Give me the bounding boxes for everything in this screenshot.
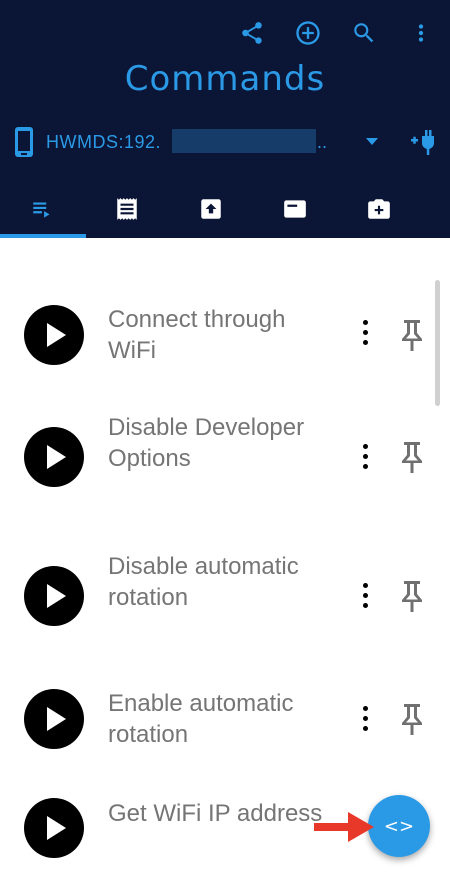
tab-window[interactable] — [252, 186, 338, 238]
upload-icon — [201, 199, 221, 219]
more-vert-icon[interactable] — [355, 706, 375, 736]
command-list: Connect through WiFi Disable Developer O… — [0, 238, 450, 878]
pin-icon[interactable] — [398, 579, 426, 613]
play-button[interactable] — [24, 798, 84, 858]
device-name-ellipsis: .. — [317, 132, 328, 152]
play-icon — [47, 816, 66, 840]
play-button[interactable] — [24, 427, 84, 487]
device-name: HWMDS:192. — [46, 132, 162, 152]
pin-icon[interactable] — [398, 702, 426, 736]
tab-upload[interactable] — [168, 186, 254, 238]
phone-icon — [15, 127, 33, 157]
tab-logs[interactable] — [84, 186, 170, 238]
playlist-play-icon — [33, 202, 50, 218]
more-vert-icon[interactable] — [355, 583, 375, 613]
more-vert-icon[interactable] — [405, 17, 437, 49]
play-icon — [47, 707, 66, 731]
more-vert-icon[interactable] — [355, 320, 375, 350]
command-label[interactable]: Get WiFi IP address — [108, 798, 333, 829]
play-button[interactable] — [24, 689, 84, 749]
code-fab-button[interactable]: <> — [368, 795, 430, 857]
more-vert-icon[interactable] — [355, 444, 375, 474]
share-icon[interactable] — [236, 17, 268, 49]
play-icon — [47, 323, 66, 347]
pin-icon[interactable] — [398, 318, 426, 352]
play-button[interactable] — [24, 305, 84, 365]
search-icon[interactable] — [348, 17, 380, 49]
device-selector[interactable]: HWMDS:192. .. — [0, 122, 450, 162]
command-label[interactable]: Disable Developer Options — [108, 412, 333, 474]
command-label[interactable]: Disable automatic rotation — [108, 551, 333, 613]
command-label[interactable]: Connect through WiFi — [108, 304, 333, 366]
annotation-arrow-icon — [314, 812, 374, 842]
redacted-block — [172, 129, 316, 153]
page-title: Commands — [124, 59, 326, 99]
play-button[interactable] — [24, 566, 84, 626]
app-header: Commands HWMDS:192. .. — [0, 0, 450, 238]
dropdown-arrow-icon[interactable] — [366, 138, 378, 145]
command-label[interactable]: Enable automatic rotation — [108, 688, 333, 750]
window-icon — [284, 200, 306, 218]
play-icon — [47, 445, 66, 469]
play-icon — [47, 584, 66, 608]
scrollbar[interactable] — [435, 280, 440, 406]
tab-commands[interactable] — [0, 186, 86, 238]
camera-add-icon — [368, 199, 390, 219]
receipt-icon — [117, 198, 137, 220]
add-connection-plug-icon[interactable] — [408, 126, 440, 158]
add-circle-icon[interactable] — [292, 17, 324, 49]
tab-bar — [0, 186, 450, 238]
tab-screenshot[interactable] — [336, 186, 422, 238]
pin-icon[interactable] — [398, 440, 426, 474]
